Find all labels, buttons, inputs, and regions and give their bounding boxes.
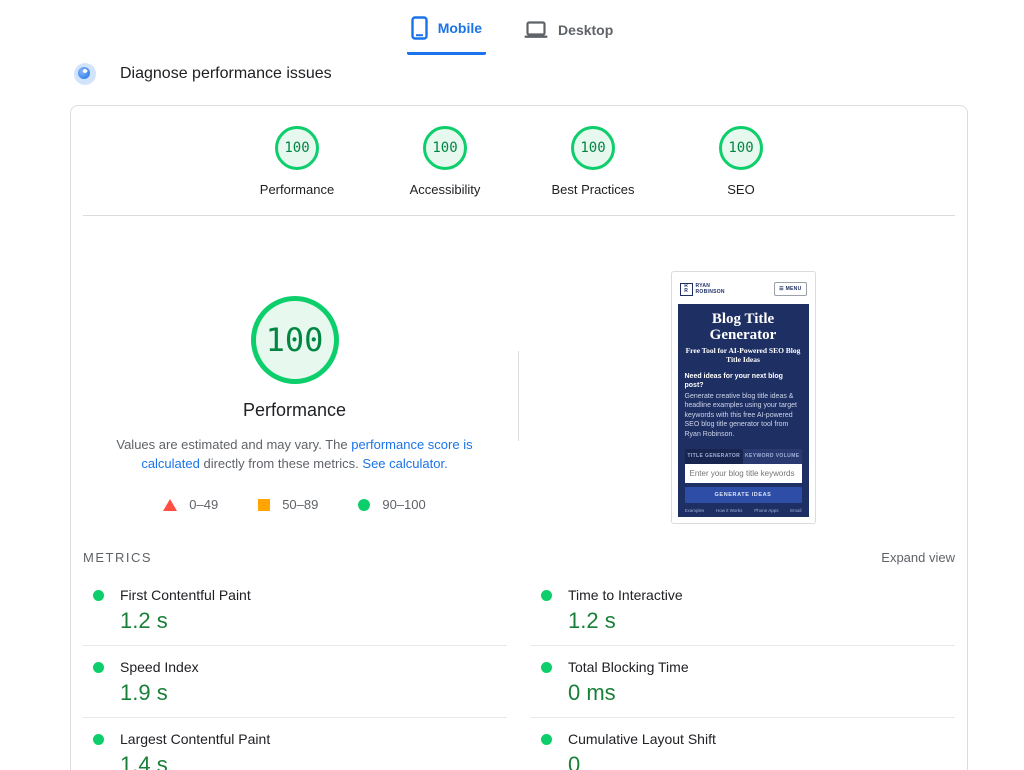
score-label: Performance — [259, 182, 335, 197]
green-dot-icon — [541, 589, 552, 601]
metrics-grid: First Contentful Paint 1.2 s Time to Int… — [83, 587, 955, 770]
note-text: Values are estimated and may vary. The — [116, 437, 352, 452]
metric-label: Total Blocking Time — [568, 659, 689, 675]
green-dot-icon — [93, 661, 104, 673]
metric-label: Cumulative Layout Shift — [568, 731, 716, 747]
score-best-practices[interactable]: 100 Best Practices — [543, 126, 643, 197]
hero-lead: Need ideas for your next blog post? — [684, 372, 783, 389]
metric-value: 1.2 s — [568, 608, 616, 633]
hero-subtitle: Free Tool for AI-Powered SEO Blog Title … — [685, 345, 801, 364]
metric-value: 1.9 s — [120, 680, 168, 705]
metric-time-to-interactive: Time to Interactive 1.2 s — [531, 587, 955, 646]
green-dot-icon — [541, 733, 552, 745]
footer-links: Examples How it Works Phone Apps Email — [684, 508, 802, 513]
legend-fail: 0–49 — [163, 497, 218, 512]
tab-desktop-label: Desktop — [558, 21, 614, 38]
keywords-input — [684, 464, 802, 483]
performance-gauge-value: 100 — [265, 321, 324, 359]
green-dot-icon — [93, 733, 104, 745]
diagnose-header: Diagnose performance issues — [74, 63, 1024, 85]
hero-title: Blog Title Generator — [709, 310, 777, 343]
logo-text: RYAN ROBINSON — [695, 283, 725, 296]
legend-pass: 90–100 — [358, 497, 426, 512]
gauge-note: Values are estimated and may vary. The p… — [99, 435, 491, 473]
tab-mobile[interactable]: Mobile — [406, 10, 487, 55]
score-seo[interactable]: 100 SEO — [691, 126, 791, 197]
metric-cumulative-layout-shift: Cumulative Layout Shift 0 — [531, 731, 955, 770]
green-dot-icon — [93, 589, 104, 601]
title-generator-tab: TITLE GENERATOR — [684, 449, 743, 464]
lighthouse-report-card: 100 Performance 100 Accessibility 100 Be… — [70, 105, 968, 770]
metric-value: 1.4 s — [120, 752, 168, 770]
red-triangle-icon — [163, 498, 178, 511]
note-text: directly from these metrics. — [199, 456, 363, 471]
device-tabs: Mobile Desktop — [0, 0, 1024, 55]
performance-gauge-label: Performance — [242, 400, 347, 420]
performance-gauge-section: 100 Performance Values are estimated and… — [71, 216, 518, 524]
generator-tabs: TITLE GENERATOR KEYWORD VOLUME — [684, 449, 802, 464]
generate-ideas-button: GENERATE IDEAS — [684, 487, 802, 503]
legend-range: 0–49 — [189, 497, 219, 512]
metric-largest-contentful-paint: Largest Contentful Paint 1.4 s — [83, 731, 507, 770]
page-title: Diagnose performance issues — [120, 65, 332, 82]
metric-label: First Contentful Paint — [120, 587, 251, 603]
menu-button: ☰ MENU — [774, 282, 807, 297]
score-value: 100 — [728, 140, 754, 156]
metrics-heading: METRICS — [83, 550, 152, 565]
metric-value: 0 ms — [568, 680, 616, 705]
score-gauge: 100 — [423, 126, 467, 170]
desktop-laptop-icon — [524, 20, 548, 38]
expand-view-button[interactable]: Expand view — [881, 550, 955, 565]
legend-range: 50–89 — [282, 497, 319, 512]
performance-summary: 100 Performance Values are estimated and… — [71, 216, 967, 524]
metric-label: Largest Contentful Paint — [120, 731, 271, 747]
metric-label: Time to Interactive — [568, 587, 683, 603]
screenshot-hero: Blog Title Generator Free Tool for AI-Po… — [677, 303, 809, 517]
score-legend: 0–49 50–89 90–100 — [163, 497, 426, 512]
keyword-volume-tab: KEYWORD VOLUME — [743, 449, 802, 464]
see-calculator-link[interactable]: See calculator. — [362, 456, 447, 471]
performance-gauge: 100 — [250, 296, 339, 384]
score-label: SEO — [727, 182, 755, 197]
logo-monogram: RR — [679, 282, 693, 296]
score-value: 100 — [284, 140, 310, 156]
score-performance[interactable]: 100 Performance — [247, 126, 347, 197]
metric-total-blocking-time: Total Blocking Time 0 ms — [531, 659, 955, 718]
green-circle-icon — [358, 498, 371, 511]
score-gauge: 100 — [719, 126, 763, 170]
metric-value: 1.2 s — [120, 608, 168, 633]
green-dot-icon — [541, 661, 552, 673]
score-gauge: 100 — [275, 126, 319, 170]
page-screenshot-thumbnail[interactable]: RR RYAN ROBINSON ☰ MENU Blog Title Genera… — [670, 271, 816, 524]
metric-value: 0 — [568, 752, 581, 770]
ryan-robinson-logo: RR RYAN ROBINSON — [679, 282, 725, 296]
mobile-phone-icon — [411, 16, 428, 40]
tab-desktop[interactable]: Desktop — [520, 10, 617, 55]
metric-label: Speed Index — [120, 659, 199, 675]
speedometer-icon — [74, 63, 96, 85]
hero-body-text: Generate creative blog title ideas & hea… — [684, 392, 797, 438]
score-label: Best Practices — [551, 182, 635, 197]
metric-first-contentful-paint: First Contentful Paint 1.2 s — [83, 587, 507, 646]
legend-average: 50–89 — [258, 497, 318, 512]
legend-range: 90–100 — [382, 497, 426, 512]
score-accessibility[interactable]: 100 Accessibility — [395, 126, 495, 197]
score-value: 100 — [580, 140, 606, 156]
metric-speed-index: Speed Index 1.9 s — [83, 659, 507, 718]
score-value: 100 — [432, 140, 458, 156]
orange-square-icon — [258, 498, 271, 511]
metrics-section: METRICS Expand view First Contentful Pai… — [71, 536, 967, 770]
screenshot-site-header: RR RYAN ROBINSON ☰ MENU — [678, 278, 809, 304]
score-gauge: 100 — [571, 126, 615, 170]
tab-mobile-label: Mobile — [437, 20, 483, 36]
score-label: Accessibility — [409, 182, 481, 197]
screenshot-section: RR RYAN ROBINSON ☰ MENU Blog Title Genera… — [519, 216, 967, 524]
category-scores-row: 100 Performance 100 Accessibility 100 Be… — [71, 106, 967, 215]
